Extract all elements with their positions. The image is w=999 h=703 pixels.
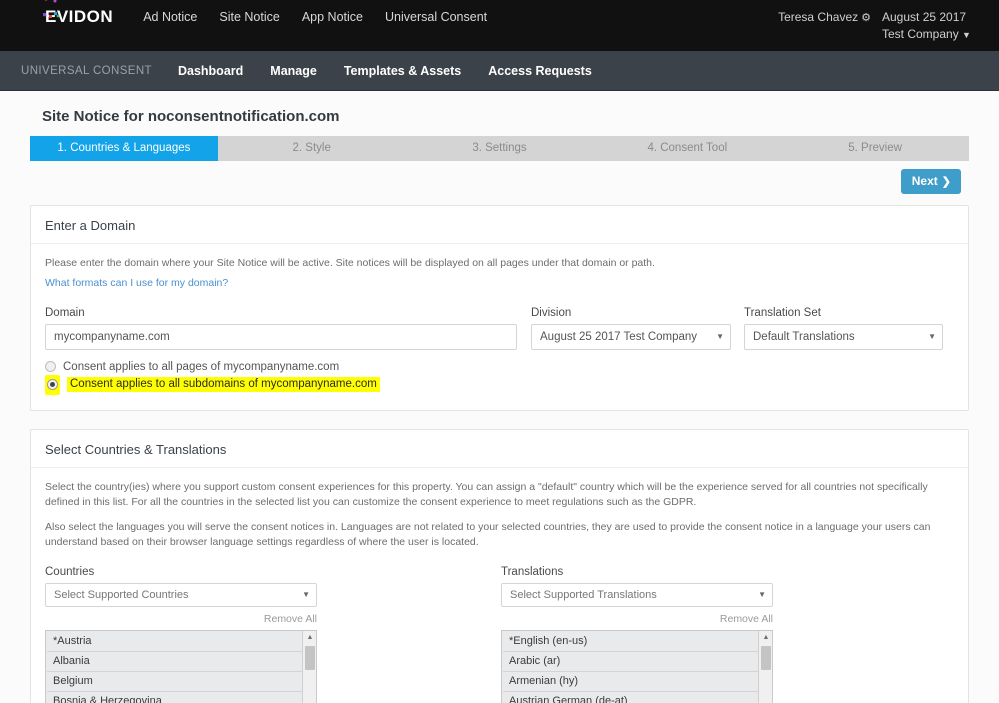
wizard-actions: Next ❯	[30, 161, 969, 205]
translations-listbox-scrollbar[interactable]: ▲ ▼	[758, 631, 772, 703]
domain-input[interactable]	[45, 324, 517, 350]
top-nav-item-app-notice[interactable]: App Notice	[302, 10, 363, 24]
app-page: EVIDON Ad Notice Site Notice App Notice …	[0, 0, 999, 703]
subnav-item-dashboard[interactable]: Dashboard	[178, 64, 243, 78]
countries-listbox[interactable]: *Austria Albania Belgium Bosnia & Herzeg…	[45, 630, 317, 703]
domain-form-row: Domain Division August 25 2017 Test Comp…	[45, 307, 954, 350]
translation-set-field-label: Translation Set	[744, 307, 821, 319]
subnav-item-manage[interactable]: Manage	[270, 64, 317, 78]
countries-paragraph-2: Also select the languages you will serve…	[45, 521, 931, 548]
scroll-up-arrow-icon[interactable]: ▲	[303, 631, 316, 644]
translation-set-field-group: Translation Set Default Translations ▼	[744, 307, 943, 350]
translations-remove-all-link[interactable]: Remove All	[501, 613, 773, 625]
wizard-step-countries-languages[interactable]: 1. Countries & Languages	[30, 136, 218, 161]
list-item[interactable]: Albania	[47, 652, 302, 672]
select-countries-heading: Select Countries & Translations	[31, 430, 968, 468]
company-selector[interactable]: August 25 2017 Test Company ▼	[882, 9, 982, 44]
logo-text: EVIDON	[45, 7, 114, 26]
chevron-right-icon: ❯	[941, 175, 951, 188]
user-name-menu[interactable]: Teresa Chavez ⚙	[778, 9, 871, 27]
top-nav-links: Ad Notice Site Notice App Notice Univers…	[143, 10, 509, 24]
enter-domain-description: Please enter the domain where your Site …	[45, 257, 655, 269]
radio-all-pages-wrap	[45, 358, 56, 376]
division-field-group: Division August 25 2017 Test Company ▼	[531, 307, 731, 350]
caret-down-icon: ▼	[962, 30, 971, 40]
subnav-item-templates-assets[interactable]: Templates & Assets	[344, 64, 461, 78]
chevron-down-icon: ▼	[716, 332, 724, 341]
pickers-row: Countries Select Supported Countries ▼ R…	[45, 566, 954, 703]
translations-select[interactable]: Select Supported Translations	[501, 583, 773, 607]
countries-label: Countries	[45, 566, 95, 578]
list-item[interactable]: Arabic (ar)	[503, 652, 758, 672]
next-button[interactable]: Next ❯	[900, 169, 961, 194]
countries-select[interactable]: Select Supported Countries	[45, 583, 317, 607]
top-navigation-bar: EVIDON Ad Notice Site Notice App Notice …	[0, 0, 999, 51]
radio-all-subdomains-wrap	[45, 374, 60, 395]
chevron-down-icon: ▼	[302, 590, 310, 599]
wizard-step-tabs: 1. Countries & Languages 2. Style 3. Set…	[30, 136, 969, 161]
top-nav-item-universal-consent[interactable]: Universal Consent	[385, 10, 487, 24]
enter-domain-heading: Enter a Domain	[31, 206, 968, 244]
translation-set-select[interactable]: Default Translations	[744, 324, 943, 350]
radio-button-selected-icon[interactable]	[47, 378, 58, 390]
translations-picker: Translations Select Supported Translatio…	[501, 566, 773, 703]
main-content: Site Notice for noconsentnotification.co…	[0, 91, 999, 703]
countries-paragraph-1: Select the country(ies) where you suppor…	[45, 481, 928, 508]
radio-row-all-subdomains[interactable]: Consent applies to all subdomains of myc…	[45, 374, 954, 395]
page-title: Site Notice for noconsentnotification.co…	[42, 108, 340, 125]
evidon-logo[interactable]: EVIDON	[43, 0, 114, 27]
list-item[interactable]: Austrian German (de-at)	[503, 692, 758, 703]
user-account-area: Teresa Chavez ⚙ August 25 2017 Test Compa…	[778, 9, 982, 44]
domain-scope-radio-group: Consent applies to all pages of mycompan…	[45, 359, 954, 395]
list-item[interactable]: Bosnia & Herzegovina	[47, 692, 302, 703]
radio-row-all-pages[interactable]: Consent applies to all pages of mycompan…	[45, 359, 954, 374]
countries-listbox-scrollbar[interactable]: ▲ ▼	[302, 631, 316, 703]
list-item[interactable]: *Austria	[47, 632, 302, 652]
countries-picker: Countries Select Supported Countries ▼ R…	[45, 566, 317, 703]
wizard-step-settings[interactable]: 3. Settings	[405, 136, 594, 161]
countries-remove-all-link[interactable]: Remove All	[45, 613, 317, 625]
user-name-label: Teresa Chavez	[778, 10, 859, 24]
top-nav-item-site-notice[interactable]: Site Notice	[219, 10, 279, 24]
radio-all-pages-label: Consent applies to all pages of mycompan…	[63, 360, 340, 373]
top-nav-item-ad-notice[interactable]: Ad Notice	[143, 10, 197, 24]
subnav-item-access-requests[interactable]: Access Requests	[488, 64, 592, 78]
list-item[interactable]: *English (en-us)	[503, 632, 758, 652]
scroll-up-arrow-icon[interactable]: ▲	[759, 631, 772, 644]
radio-all-subdomains-label: Consent applies to all subdomains of myc…	[67, 377, 380, 392]
division-select[interactable]: August 25 2017 Test Company	[531, 324, 731, 350]
next-button-label: Next	[911, 174, 938, 188]
scrollbar-thumb[interactable]	[305, 646, 315, 670]
scrollbar-thumb[interactable]	[761, 646, 771, 670]
domain-format-help-link[interactable]: What formats can I use for my domain?	[45, 277, 228, 289]
radio-button-icon[interactable]	[45, 360, 56, 372]
translations-label: Translations	[501, 566, 564, 578]
wizard-step-consent-tool[interactable]: 4. Consent Tool	[593, 136, 782, 161]
list-item[interactable]: Belgium	[47, 672, 302, 692]
subnav-section-label: UNIVERSAL CONSENT	[21, 64, 152, 77]
gear-icon[interactable]: ⚙	[861, 10, 871, 27]
division-field-label: Division	[531, 307, 572, 319]
enter-domain-card: Enter a Domain Please enter the domain w…	[30, 205, 969, 411]
wizard-step-preview[interactable]: 5. Preview	[781, 136, 969, 161]
wizard-step-style[interactable]: 2. Style	[217, 136, 406, 161]
company-label: August 25 2017 Test Company	[882, 10, 967, 41]
section-navigation-bar: UNIVERSAL CONSENT Dashboard Manage Templ…	[0, 51, 999, 91]
list-item[interactable]: Armenian (hy)	[503, 672, 758, 692]
domain-field-label: Domain	[45, 307, 85, 319]
domain-field-group: Domain	[45, 307, 517, 350]
chevron-down-icon: ▼	[928, 332, 936, 341]
translations-listbox[interactable]: *English (en-us) Arabic (ar) Armenian (h…	[501, 630, 773, 703]
chevron-down-icon: ▼	[758, 590, 766, 599]
select-countries-translations-card: Select Countries & Translations Select t…	[30, 429, 969, 703]
